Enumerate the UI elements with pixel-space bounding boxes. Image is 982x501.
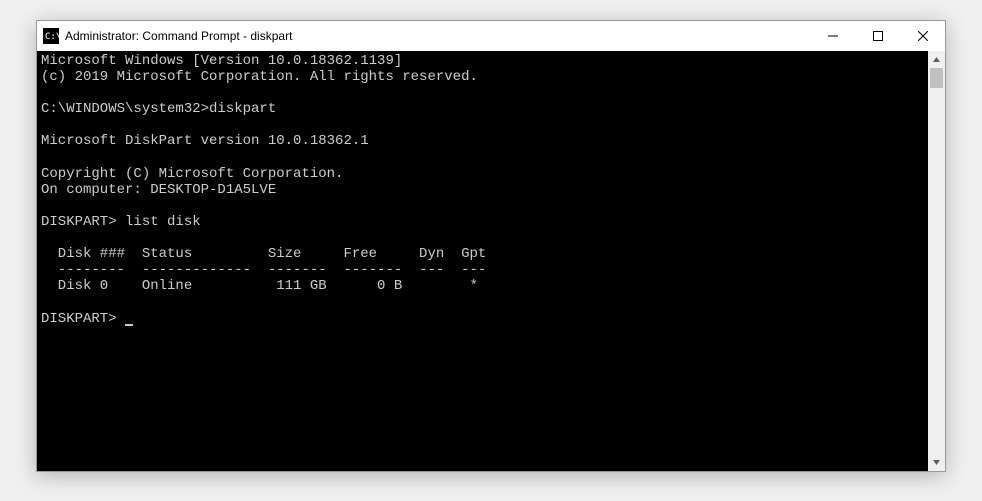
console-line: (c) 2019 Microsoft Corporation. All righ… bbox=[41, 69, 478, 85]
console-line: C:\WINDOWS\system32>diskpart bbox=[41, 101, 276, 117]
command-prompt-window: C:\ Administrator: Command Prompt - disk… bbox=[36, 20, 946, 472]
console-prompt: DISKPART> bbox=[41, 311, 125, 327]
window-title: Administrator: Command Prompt - diskpart bbox=[65, 29, 810, 43]
scroll-down-arrow-icon[interactable] bbox=[928, 454, 945, 471]
scroll-thumb[interactable] bbox=[930, 68, 943, 88]
vertical-scrollbar[interactable] bbox=[928, 51, 945, 471]
console-line: Copyright (C) Microsoft Corporation. bbox=[41, 166, 343, 182]
svg-text:C:\: C:\ bbox=[45, 32, 59, 42]
cursor bbox=[125, 324, 133, 326]
maximize-button[interactable] bbox=[855, 21, 900, 51]
titlebar[interactable]: C:\ Administrator: Command Prompt - disk… bbox=[37, 21, 945, 51]
console-line: Disk 0 Online 111 GB 0 B * bbox=[41, 278, 478, 294]
console-line: -------- ------------- ------- ------- -… bbox=[41, 262, 486, 278]
console-line: DISKPART> list disk bbox=[41, 214, 201, 230]
console-line: Microsoft Windows [Version 10.0.18362.11… bbox=[41, 53, 402, 69]
console-line: Disk ### Status Size Free Dyn Gpt bbox=[41, 246, 486, 262]
scroll-track[interactable] bbox=[928, 68, 945, 454]
minimize-button[interactable] bbox=[810, 21, 855, 51]
console-area: Microsoft Windows [Version 10.0.18362.11… bbox=[37, 51, 945, 471]
console-output[interactable]: Microsoft Windows [Version 10.0.18362.11… bbox=[37, 51, 928, 471]
close-button[interactable] bbox=[900, 21, 945, 51]
console-line: On computer: DESKTOP-D1A5LVE bbox=[41, 182, 276, 198]
window-controls bbox=[810, 21, 945, 51]
cmd-icon: C:\ bbox=[43, 28, 59, 44]
scroll-up-arrow-icon[interactable] bbox=[928, 51, 945, 68]
console-line: Microsoft DiskPart version 10.0.18362.1 bbox=[41, 133, 369, 149]
